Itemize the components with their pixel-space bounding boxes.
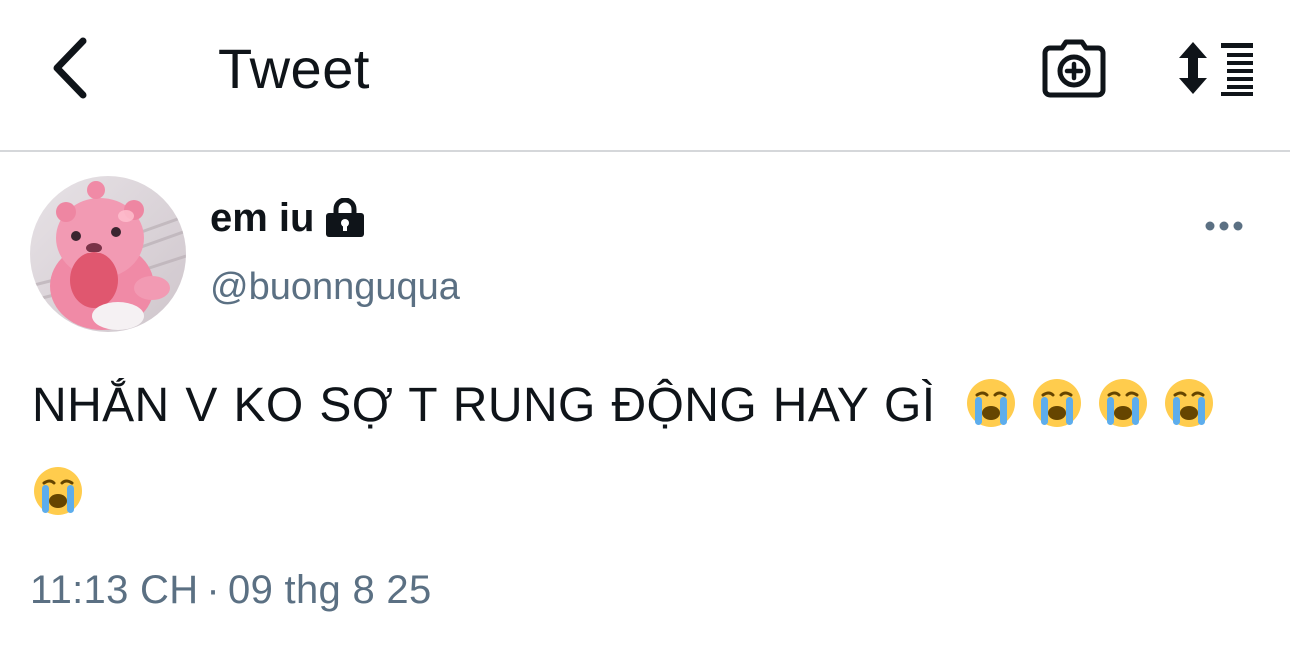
avatar[interactable] [30, 176, 186, 332]
camera-button[interactable] [1036, 34, 1112, 102]
tweet-date: 09 thg 8 25 [228, 568, 432, 612]
crying-face-icon [1033, 379, 1082, 427]
more-dots-icon [1205, 221, 1243, 231]
crying-face-emoji-5 [32, 462, 84, 542]
tweet-time: 11:13 CH [30, 568, 199, 612]
sort-button[interactable] [1172, 34, 1262, 102]
tweet-timestamp[interactable]: 11:13 CH · 09 thg 8 25 [30, 564, 432, 616]
author-handle[interactable]: @buonnguqua [210, 262, 460, 312]
tweet-text-content: NHẮN V KO SỢ T RUNG ĐỘNG HAY GÌ [32, 379, 936, 432]
display-name[interactable]: em iu [210, 190, 314, 246]
author-name-row[interactable]: em iu [210, 190, 366, 246]
sort-list-icon [1179, 42, 1253, 96]
camera-add-icon [1042, 39, 1106, 98]
crying-face-icon [967, 379, 1016, 427]
tweet-text: NHẮN V KO SỢ T RUNG ĐỘNG HAY GÌ [32, 366, 1272, 542]
crying-face-emoji-4 [1163, 374, 1215, 454]
crying-face-icon [1099, 379, 1148, 427]
lock-icon [324, 198, 366, 238]
crying-face-emoji-1 [965, 374, 1017, 454]
back-button[interactable] [34, 30, 104, 106]
more-options-button[interactable] [1196, 208, 1252, 244]
crying-face-emoji-3 [1097, 374, 1149, 454]
crying-face-icon [34, 467, 82, 515]
crying-face-emoji-2 [1031, 374, 1083, 454]
pink-beaver-avatar [30, 176, 186, 332]
timestamp-separator: · [206, 568, 221, 612]
chevron-left-icon [53, 37, 87, 99]
page-title: Tweet [218, 37, 370, 100]
crying-face-icon [1165, 379, 1214, 427]
top-nav-bar: Tweet [0, 0, 1290, 152]
